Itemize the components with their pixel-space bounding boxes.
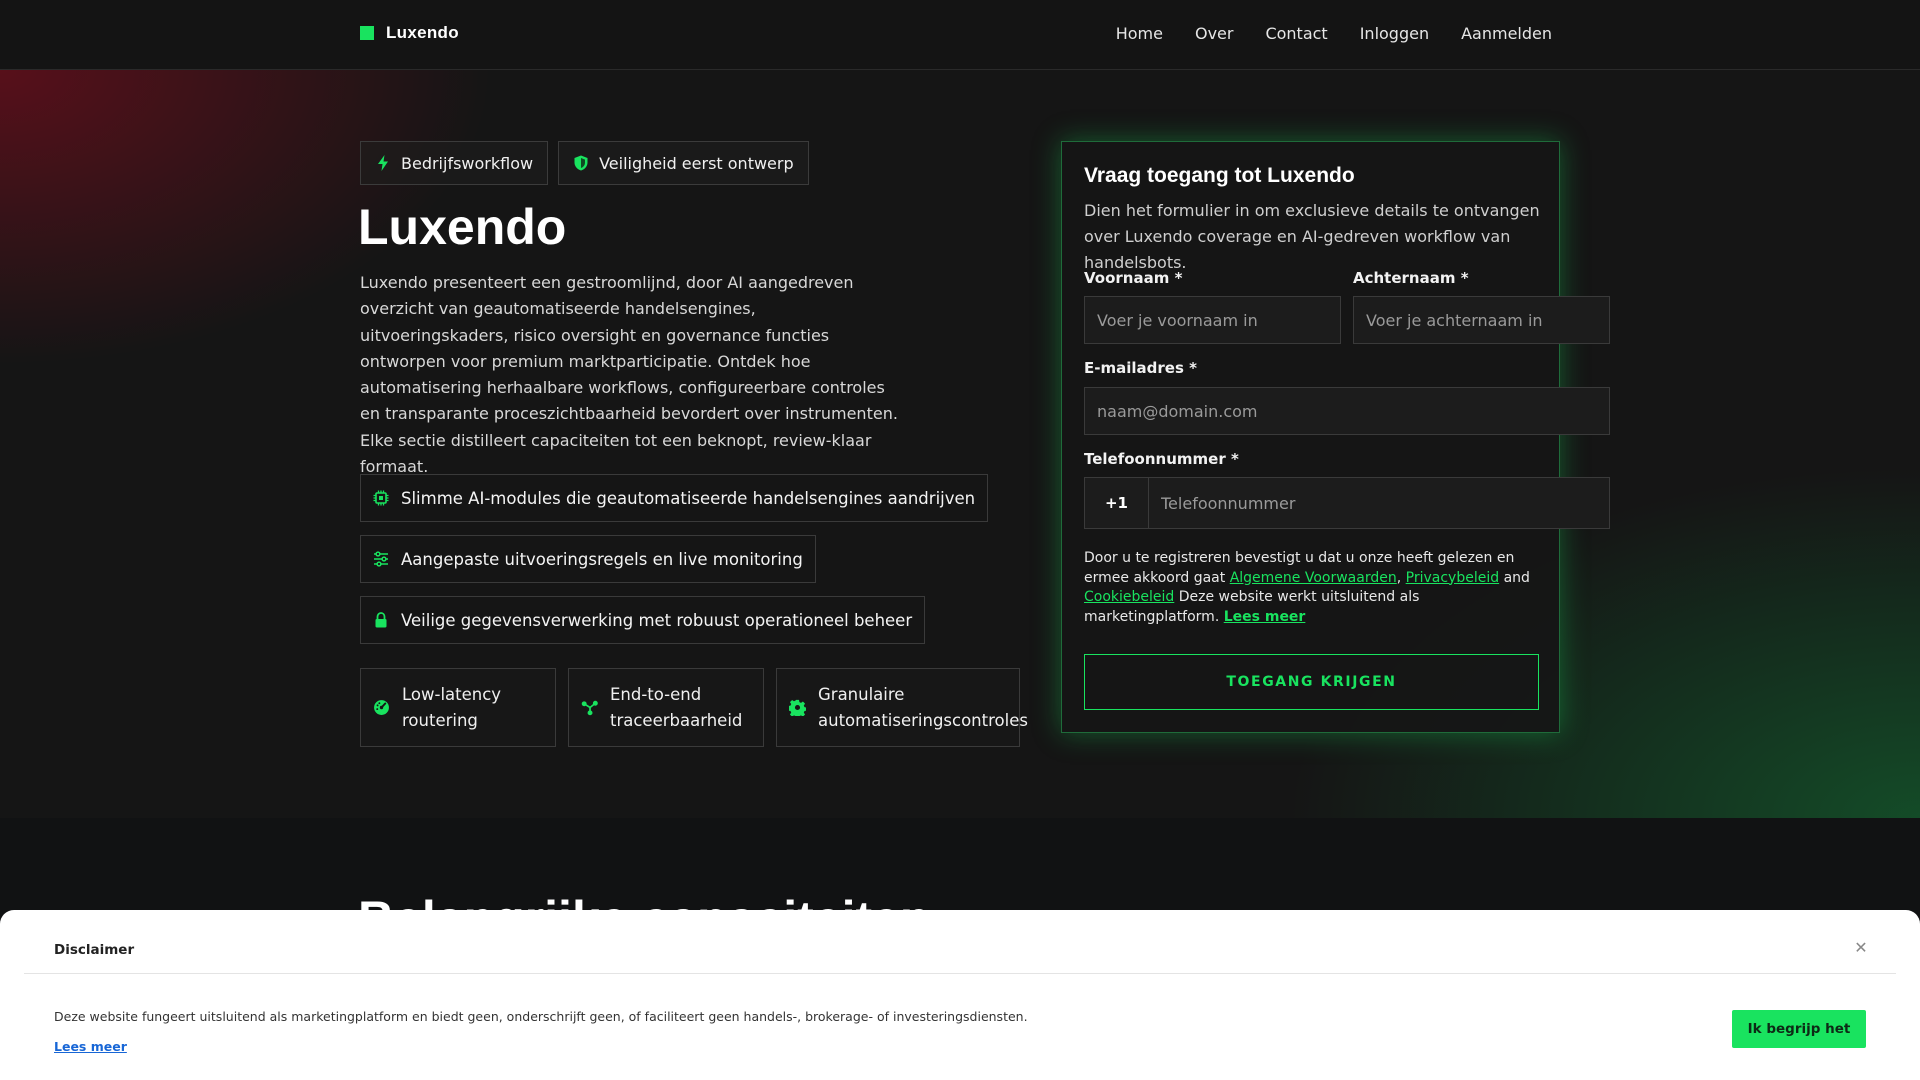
- last-name-field[interactable]: [1353, 296, 1610, 344]
- nav-contact[interactable]: Contact: [1265, 24, 1327, 43]
- consent-read-more-link[interactable]: Lees meer: [1224, 609, 1306, 625]
- brand-name: Luxendo: [386, 23, 459, 42]
- divider: [24, 973, 1896, 974]
- hero-title: Luxendo: [358, 199, 567, 255]
- bolt-icon: [378, 155, 388, 171]
- top-nav: Luxendo Home Over Contact Inloggen Aanme…: [0, 0, 1920, 70]
- stat-line-1: End-to-end: [610, 684, 702, 704]
- nav-signup[interactable]: Aanmelden: [1461, 24, 1552, 43]
- first-name-field[interactable]: [1084, 296, 1341, 344]
- share-nodes-icon: [581, 700, 598, 716]
- cookie-policy-link[interactable]: Cookiebeleid: [1084, 589, 1174, 605]
- email-field[interactable]: [1084, 387, 1610, 435]
- consent-comma: ,: [1396, 569, 1402, 586]
- badge-security: Veiligheid eerst ontwerp: [558, 141, 809, 185]
- feature-label: Slimme AI-modules die geautomatiseerde h…: [401, 488, 976, 508]
- gear-icon: [789, 699, 806, 716]
- badge-workflow: Bedrijfsworkflow: [360, 141, 549, 185]
- phone-label: Telefoonnummer *: [1084, 450, 1239, 468]
- gauge-icon: [374, 700, 389, 715]
- brand-square-icon: [360, 26, 374, 40]
- first-name-label: Voornaam *: [1084, 269, 1183, 287]
- sliders-icon: [374, 551, 388, 567]
- nav-about[interactable]: Over: [1195, 24, 1233, 43]
- feature-label: Veilige gegevensverwerking met robuust o…: [401, 610, 913, 630]
- phone-field[interactable]: [1148, 477, 1610, 529]
- brand-logo[interactable]: Luxendo: [360, 23, 459, 43]
- acknowledge-button[interactable]: Ik begrijp het: [1732, 1010, 1866, 1048]
- stat-low-latency: Low-latency routering: [360, 668, 556, 747]
- lock-icon: [375, 612, 387, 628]
- privacy-link[interactable]: Privacybeleid: [1406, 570, 1499, 586]
- feature-label: Aangepaste uitvoeringsregels en live mon…: [401, 549, 803, 569]
- submit-button[interactable]: TOEGANG KRIJGEN: [1084, 654, 1539, 710]
- stat-line-1: Granulaire: [818, 684, 905, 704]
- chip-icon: [373, 490, 389, 506]
- feature-execution-rules: Aangepaste uitvoeringsregels en live mon…: [360, 535, 816, 583]
- stat-line-2: traceerbaarheid: [610, 710, 743, 730]
- stat-label: Granulaire automatiseringscontroles: [818, 682, 1028, 734]
- hero-badges: Bedrijfsworkflow Veiligheid eerst ontwer…: [360, 141, 809, 185]
- feature-secure-data: Veilige gegevensverwerking met robuust o…: [360, 596, 926, 644]
- form-title: Vraag toegang tot Luxendo: [1084, 164, 1355, 187]
- stat-traceability: End-to-end traceerbaarheid: [568, 668, 764, 747]
- access-form: Vraag toegang tot Luxendo Dien het formu…: [1061, 141, 1610, 733]
- badge-label: Veiligheid eerst ontwerp: [599, 153, 794, 173]
- terms-link[interactable]: Algemene Voorwaarden: [1230, 570, 1397, 586]
- close-icon[interactable]: ✕: [1850, 938, 1872, 960]
- stat-line-2: routering: [402, 710, 478, 730]
- stat-label: End-to-end traceerbaarheid: [610, 682, 742, 734]
- nav-home[interactable]: Home: [1116, 24, 1163, 43]
- consent-and: and: [1503, 569, 1530, 586]
- nav-login[interactable]: Inloggen: [1360, 24, 1429, 43]
- disclaimer-banner: Disclaimer ✕ Deze website fungeert uitsl…: [0, 910, 1920, 1080]
- consent-text: Door u te registreren bevestigt u dat u …: [1084, 549, 1544, 627]
- stat-line-2: automatiseringscontroles: [818, 710, 1028, 730]
- nav-links: Home Over Contact Inloggen Aanmelden: [1116, 24, 1552, 43]
- badge-label: Bedrijfsworkflow: [401, 153, 534, 173]
- feature-ai-modules: Slimme AI-modules die geautomatiseerde h…: [360, 474, 989, 522]
- shield-icon: [574, 155, 588, 171]
- stat-line-1: Low-latency: [402, 684, 502, 704]
- hero-description: Luxendo presenteert een gestroomlijnd, d…: [360, 273, 898, 477]
- stat-automation-controls: Granulaire automatiseringscontroles: [776, 668, 1028, 747]
- form-subtitle: Dien het formulier in om exclusieve deta…: [1084, 201, 1540, 272]
- stat-label: Low-latency routering: [402, 682, 501, 734]
- phone-country-code[interactable]: +1: [1084, 477, 1148, 529]
- disclaimer-text: Deze website fungeert uitsluitend als ma…: [54, 1009, 1028, 1024]
- disclaimer-title: Disclaimer: [54, 942, 135, 958]
- disclaimer-read-more-link[interactable]: Lees meer: [54, 1039, 127, 1054]
- last-name-label: Achternaam *: [1353, 269, 1469, 287]
- email-label: E-mailadres *: [1084, 359, 1197, 377]
